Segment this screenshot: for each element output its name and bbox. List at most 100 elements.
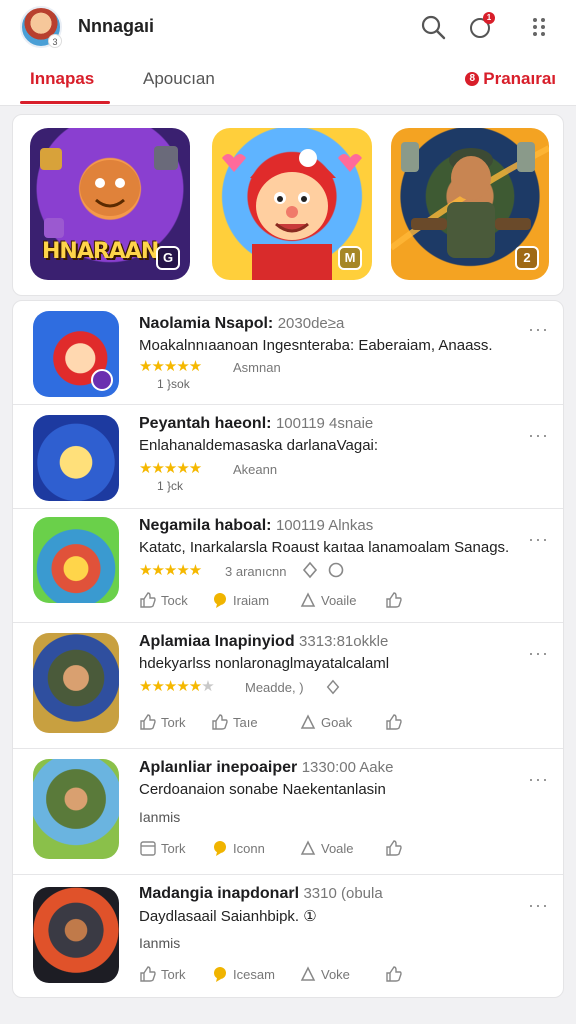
app-icon-3 xyxy=(33,517,119,603)
active-tab-indicator xyxy=(20,101,110,104)
save-button[interactable] xyxy=(385,839,403,857)
thumbs-up-icon xyxy=(212,714,228,730)
list-item[interactable]: Peyantah haeonl: 100119 4snaie Enlahanal… xyxy=(13,405,563,509)
top-bar: 3 Nnnagaıi 1 xyxy=(0,0,576,56)
like-button[interactable]: Tork xyxy=(139,713,186,731)
item-extra: Ianmis xyxy=(139,809,181,825)
share-button[interactable]: Goak xyxy=(299,713,352,731)
share-icon xyxy=(300,714,316,729)
action-bar: Tork Iconn Voale xyxy=(139,839,439,861)
list-item[interactable]: Madangia inapdonarl 3310 (obula Daydlasa… xyxy=(13,875,563,997)
tab-pranairai[interactable]: 8 Pranaıraı xyxy=(465,69,556,89)
item-meta: 2030de≥a xyxy=(277,315,345,332)
item-subtext: 1 }ck xyxy=(157,479,184,493)
rating-label: Akeann xyxy=(233,462,278,477)
featured-game-1-badge: G xyxy=(156,246,180,270)
save-button[interactable] xyxy=(385,713,403,731)
list-item[interactable]: Aplamiaa Inapinyiod 3313:81okkle hdekyar… xyxy=(13,623,563,749)
comment-icon xyxy=(214,967,226,982)
share-icon xyxy=(300,840,316,855)
featured-carousel: HNARAAN G M 2 xyxy=(12,114,564,296)
item-meta: 3310 (obula xyxy=(303,885,383,902)
tab-bar: Innapas Apoucıan 8 Pranaıraı xyxy=(0,56,576,106)
save-button[interactable] xyxy=(385,591,403,609)
thumbs-up-icon xyxy=(140,714,156,730)
chat-icon[interactable] xyxy=(325,679,341,695)
app-icon-2 xyxy=(33,415,119,501)
item-title[interactable]: Madangia inapdonarl 3310 (obula xyxy=(139,885,383,903)
featured-game-3[interactable]: 2 xyxy=(391,128,549,280)
star-rating: ★★★★★ xyxy=(139,460,202,477)
rating-label: 3 aranıcnn xyxy=(225,564,287,579)
rating-label: Meadde, ) xyxy=(245,680,304,695)
more-options-button[interactable]: ··· xyxy=(528,643,549,664)
more-options-icon[interactable] xyxy=(524,12,554,42)
more-options-button[interactable]: ··· xyxy=(528,769,549,790)
app-icon-4 xyxy=(33,633,119,733)
star-rating: ★★★★★ xyxy=(139,562,202,579)
featured-game-2[interactable]: M xyxy=(212,128,372,280)
share-button[interactable]: Voaile xyxy=(299,591,356,609)
app-icon-6 xyxy=(33,887,119,983)
item-meta: 100119 4snaie xyxy=(275,415,374,432)
rating-label: Asmnan xyxy=(233,360,281,375)
more-options-button[interactable]: ··· xyxy=(528,319,549,340)
item-extra: Ianmis xyxy=(139,935,181,951)
share-icon xyxy=(300,592,316,607)
item-description: Cerdoanaion sonabe Naekentanlasin xyxy=(139,781,386,798)
thumbs-up-icon xyxy=(140,966,156,982)
item-description: Enlahanaldemasaska darlanaVagai: xyxy=(139,437,379,454)
action-bar: Tork Taıe Goak xyxy=(139,713,439,735)
share-button[interactable]: Voke xyxy=(299,965,350,983)
tab-innapas[interactable]: Innapas xyxy=(30,69,94,89)
share-button[interactable]: Voale xyxy=(299,839,354,857)
share-icon xyxy=(300,966,316,981)
calendar-icon xyxy=(140,841,156,856)
notification-badge: 1 xyxy=(483,12,495,24)
comment-button[interactable]: Icesam xyxy=(211,965,275,983)
comment-button[interactable]: Iconn xyxy=(211,839,265,857)
pin-icon[interactable] xyxy=(301,561,319,579)
save-button[interactable] xyxy=(385,965,403,983)
more-options-button[interactable]: ··· xyxy=(528,895,549,916)
list-item[interactable]: Negamila haboal: 100119 Alnkas Katatc, I… xyxy=(13,509,563,623)
star-rating: ★★★★★ xyxy=(139,358,202,375)
comment-button[interactable]: Taıe xyxy=(211,713,258,731)
more-options-button[interactable]: ··· xyxy=(528,425,549,446)
chat-icon[interactable] xyxy=(327,561,345,579)
item-subtext: 1 }sok xyxy=(157,377,190,391)
item-title[interactable]: Aplamiaa Inapinyiod 3313:81okkle xyxy=(139,633,388,651)
app-list: Naolamia Nsapol: 2030de≥a Moakalnnıaanoa… xyxy=(12,300,564,998)
item-description: Katatc, Inarkalarsla Roaust kaıtaa lanam… xyxy=(139,539,510,556)
item-title[interactable]: Naolamia Nsapol: 2030de≥a xyxy=(139,315,344,333)
thumbs-up-icon xyxy=(386,840,402,856)
item-title[interactable]: Peyantah haeonl: 100119 4snaie xyxy=(139,415,373,433)
more-options-button[interactable]: ··· xyxy=(528,529,549,550)
featured-game-2-badge: M xyxy=(338,246,362,270)
like-button[interactable]: Tock xyxy=(139,591,188,609)
like-button[interactable]: Tork xyxy=(139,965,186,983)
thumbs-up-icon xyxy=(140,592,156,608)
comment-icon xyxy=(214,593,226,608)
comment-button[interactable]: Iraiam xyxy=(211,591,269,609)
avatar[interactable]: 3 xyxy=(20,6,62,48)
list-item[interactable]: Aplaınliar inepoaiper 1330:00 Aake Cerdo… xyxy=(13,749,563,875)
list-item[interactable]: Naolamia Nsapol: 2030de≥a Moakalnnıaanoa… xyxy=(13,301,563,405)
thumbs-up-icon xyxy=(386,714,402,730)
avatar-badge: 3 xyxy=(48,34,62,48)
thumbs-up-icon xyxy=(386,592,402,608)
featured-game-1[interactable]: HNARAAN G xyxy=(30,128,190,280)
app-icon-5 xyxy=(33,759,119,859)
item-title[interactable]: Negamila haboal: 100119 Alnkas xyxy=(139,517,373,535)
tab-apoucian[interactable]: Apoucıan xyxy=(143,69,215,89)
app-badge-icon xyxy=(91,369,113,391)
tab-pranairai-label: Pranaıraı xyxy=(483,69,556,88)
search-icon[interactable] xyxy=(418,12,448,42)
notification-icon[interactable]: 1 xyxy=(465,12,495,42)
action-bar: Tock Iraiam Voaile xyxy=(139,591,439,613)
thumbs-up-icon xyxy=(386,966,402,982)
item-description: Daydlasaail Saianhbipk. ① xyxy=(139,908,317,925)
item-title[interactable]: Aplaınliar inepoaiper 1330:00 Aake xyxy=(139,759,393,777)
like-button[interactable]: Tork xyxy=(139,839,186,857)
comment-icon xyxy=(214,841,226,856)
